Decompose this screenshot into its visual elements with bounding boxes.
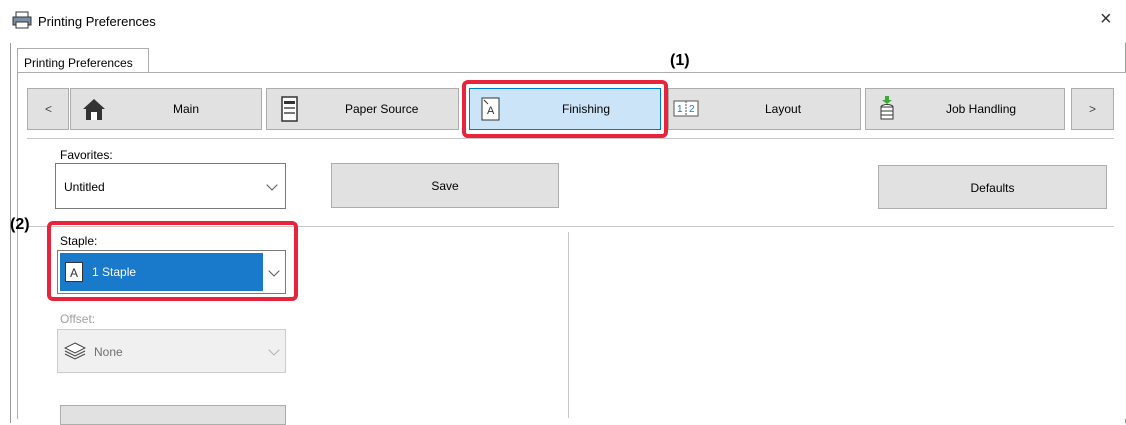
chevron-down-icon [268, 344, 280, 356]
nav-paper-source-label: Paper Source [345, 102, 419, 116]
printer-icon [12, 11, 32, 29]
home-icon [83, 99, 105, 120]
paper-tray-icon [281, 96, 298, 122]
svg-text:2: 2 [689, 104, 695, 115]
vertical-divider [568, 232, 569, 418]
nav-next-button[interactable]: > [1071, 88, 1114, 130]
chevron-down-icon [268, 265, 280, 277]
callout-finishing-highlight [462, 80, 668, 138]
favorites-dropdown[interactable]: Untitled [55, 163, 286, 209]
defaults-button[interactable]: Defaults [878, 165, 1107, 209]
staple-dropdown[interactable]: A 1 Staple [57, 250, 286, 294]
favorites-label: Favorites: [60, 148, 113, 162]
divider [27, 138, 1114, 139]
close-button[interactable]: × [1100, 9, 1112, 29]
stacked-sheets-icon [64, 342, 86, 360]
layout-pages-icon: 1 2 [673, 100, 699, 117]
job-storage-icon [880, 96, 894, 120]
nav-main-button[interactable]: Main [70, 88, 262, 130]
offset-dropdown[interactable]: None [57, 329, 286, 373]
bottom-button[interactable] [60, 405, 286, 425]
title-bar: Printing Preferences × [0, 0, 1126, 42]
staple-label: Staple: [60, 234, 98, 248]
nav-layout-button[interactable]: 1 2 Layout [668, 88, 861, 130]
callout-label-two: (2) [10, 216, 30, 233]
favorites-value: Untitled [64, 180, 105, 194]
tab-printing-preferences[interactable]: Printing Preferences [17, 48, 149, 73]
svg-text:1: 1 [677, 104, 683, 115]
nav-main-label: Main [173, 102, 200, 116]
staple-page-icon: A [65, 262, 83, 282]
nav-job-handling-label: Job Handling [946, 102, 1017, 116]
offset-value: None [94, 345, 123, 359]
callout-label-one: (1) [670, 52, 690, 69]
staple-value: 1 Staple [92, 265, 137, 279]
nav-paper-source-button[interactable]: Paper Source [266, 88, 459, 130]
staple-selected-item: A 1 Staple [60, 253, 263, 291]
nav-job-handling-button[interactable]: Job Handling [865, 88, 1065, 130]
window-title: Printing Preferences [38, 14, 156, 29]
tab-label: Printing Preferences [24, 56, 133, 70]
nav-layout-label: Layout [765, 102, 802, 116]
save-button[interactable]: Save [331, 163, 559, 208]
chevron-down-icon [266, 179, 278, 191]
offset-label: Offset: [60, 312, 96, 326]
nav-prev-button[interactable]: < [27, 88, 69, 130]
